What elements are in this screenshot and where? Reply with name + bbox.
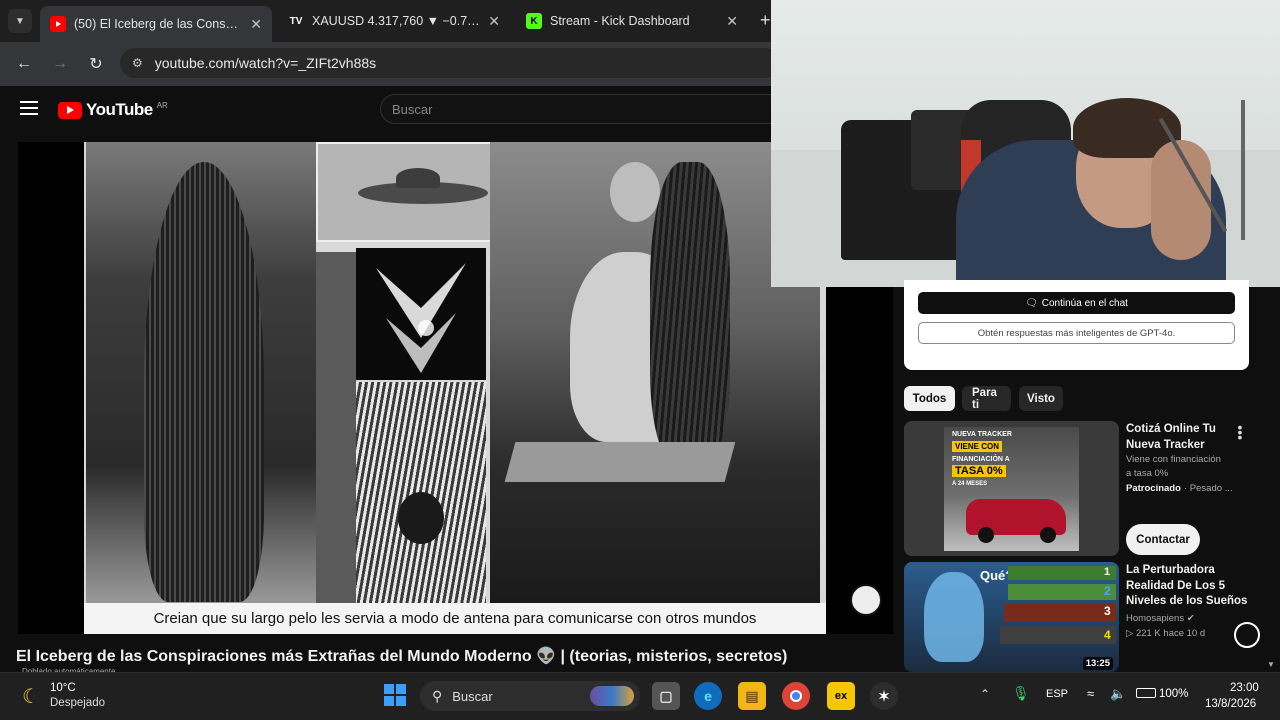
chip-todos[interactable]: Todos [904, 386, 955, 411]
channel-name-text: Homosapiens [1126, 613, 1185, 624]
youtube-wordmark: YouTube [86, 100, 153, 119]
hair-strands [144, 162, 264, 602]
video-duration: 13:25 [1082, 657, 1113, 670]
video-frame[interactable] [84, 142, 826, 634]
tab-youtube[interactable]: (50) El Iceberg de las Conspiraciones ✕ [40, 6, 272, 42]
chat-button-label: Continúa en el chat [1041, 297, 1128, 309]
symbol-photo [356, 248, 486, 380]
chatgpt-app-icon[interactable]: ✶ [870, 682, 898, 710]
more-options-icon[interactable]: • • • [1236, 420, 1244, 444]
ad-thumb-line-2: VIENE CON [952, 441, 1003, 452]
tab-title: Stream - Kick Dashboard [550, 14, 690, 28]
weather-temperature[interactable]: 10°C [50, 682, 76, 694]
chip-para-ti[interactable]: Para ti [962, 386, 1011, 411]
menu-icon[interactable] [20, 101, 38, 117]
country-code: AR [156, 100, 168, 110]
video-thumbnail[interactable]: Qué? 1 2 3 4 13:25 [904, 562, 1119, 672]
chat-bubble-icon: 🗨 [1025, 297, 1038, 309]
video-title-rec[interactable]: La Perturbadora Realidad De Los 5 Nivele… [1126, 563, 1256, 610]
tab-close-icon[interactable]: ✕ [250, 16, 262, 33]
chrome-browser-icon[interactable] [782, 682, 810, 710]
volume-icon[interactable]: 🔈 [1110, 686, 1126, 702]
webcam-overlay [771, 0, 1280, 287]
tab-search-button[interactable]: ▼ [8, 9, 32, 33]
ad-thumb-line-3: FINANCIACIÓN A [952, 456, 1010, 463]
clock-time[interactable]: 23:00 [1230, 682, 1259, 694]
new-tab-button[interactable]: + [760, 10, 771, 31]
tradingview-favicon-icon: TV [288, 13, 304, 29]
moon-icon[interactable]: ☾ [22, 684, 40, 709]
exness-app-icon[interactable]: ex [827, 682, 855, 710]
kick-favicon-icon: K [526, 13, 542, 29]
scroll-down-icon[interactable]: ▼ [1267, 660, 1275, 669]
tab-tradingview[interactable]: TV XAUUSD 4.317,760 ▼ −0.77% S ✕ [278, 6, 510, 36]
contact-button[interactable]: Contactar [1126, 524, 1200, 555]
battery-percent[interactable]: 100% [1159, 688, 1188, 700]
rec-channel-name[interactable]: Homosapiens ✔ [1126, 612, 1195, 626]
clock-date[interactable]: 13/8/2026 [1205, 698, 1256, 710]
gpt-upgrade-button[interactable]: Obtén respuestas más inteligentes de GPT… [918, 322, 1235, 344]
forward-arrow-icon[interactable]: → [48, 52, 72, 76]
microphone-icon[interactable]: 🎙 [1012, 685, 1030, 702]
weather-description[interactable]: Despejado [50, 697, 105, 709]
level-4-label: 4 [1104, 628, 1111, 642]
youtube-favicon-icon [50, 16, 66, 32]
file-explorer-icon[interactable]: ▤ [738, 682, 766, 710]
tab-title: XAUUSD 4.317,760 ▼ −0.77% S [312, 14, 481, 28]
back-arrow-icon[interactable]: ← [12, 52, 36, 76]
battery-icon[interactable] [1136, 688, 1156, 698]
level-1-label: 1 [1104, 566, 1111, 578]
continue-in-chat-button[interactable]: 🗨 Continúa en el chat [918, 292, 1235, 314]
language-indicator[interactable]: ESP [1046, 688, 1068, 700]
ad-thumb-line-1: NUEVA TRACKER [952, 431, 1012, 438]
edge-browser-icon[interactable]: e [694, 682, 722, 710]
ad-desc-line-2: a tasa 0% [1126, 468, 1169, 479]
reload-icon[interactable]: ↻ [84, 52, 108, 76]
video-title: El Iceberg de las Conspiraciones más Ext… [16, 648, 788, 665]
ad-desc-line-1: Viene con financiación [1126, 454, 1221, 465]
level-3-label: 3 [1104, 604, 1111, 618]
tray-overflow-chevron-icon[interactable]: ⌃ [980, 687, 990, 701]
tab-title: (50) El Iceberg de las Conspiraciones [74, 17, 242, 31]
search-input[interactable]: Buscar [380, 94, 780, 124]
chip-visto[interactable]: Visto [1019, 386, 1063, 411]
taskbar-search-label: Buscar [452, 688, 493, 704]
search-icon: ⚲ [432, 687, 443, 704]
tab-close-icon[interactable]: ✕ [726, 13, 738, 30]
url-text: youtube.com/watch?v=_ZIFt2vh88s [154, 55, 377, 71]
wifi-icon[interactable]: ≈ [1087, 686, 1094, 701]
youtube-logo[interactable]: YouTube AR [58, 100, 168, 120]
sponsored-label: Patrocinado [1126, 483, 1181, 494]
search-highlight-icon [590, 686, 634, 706]
dresser [316, 252, 356, 604]
level-2-label: 2 [1104, 584, 1111, 598]
ad-thumb-line-4: TASA 0% [952, 465, 1006, 477]
windows-start-icon[interactable] [384, 684, 406, 706]
tab-kick[interactable]: K Stream - Kick Dashboard ✕ [516, 6, 748, 36]
advertiser-name: · Pesado ... [1184, 483, 1233, 494]
address-bar[interactable]: ⚙ youtube.com/watch?v=_ZIFt2vh88s [120, 48, 780, 78]
rec-stats: ▷ 221 K hace 10 d [1126, 628, 1206, 639]
channel-watermark-icon[interactable] [850, 584, 882, 616]
texture-photo [356, 382, 486, 604]
video-caption: Creian que su largo pelo les servia a mo… [84, 603, 826, 634]
ad-thumb-line-5: A 24 MESES [952, 481, 988, 487]
site-settings-icon[interactable]: ⚙ [132, 56, 143, 70]
chatgpt-floating-icon[interactable] [1234, 622, 1260, 648]
tab-close-icon[interactable]: ✕ [488, 13, 500, 30]
verified-icon: ✔ [1186, 613, 1195, 624]
taskbar-search-box[interactable]: ⚲ Buscar [420, 681, 640, 711]
youtube-play-icon [58, 101, 82, 119]
task-view-icon[interactable]: ▢ [652, 682, 680, 710]
ad-title[interactable]: Cotizá Online Tu Nueva Tracker [1126, 422, 1241, 453]
alien-figure [924, 572, 984, 662]
ad-thumbnail[interactable]: NUEVA TRACKER VIENE CON FINANCIACIÓN A T… [904, 421, 1119, 556]
